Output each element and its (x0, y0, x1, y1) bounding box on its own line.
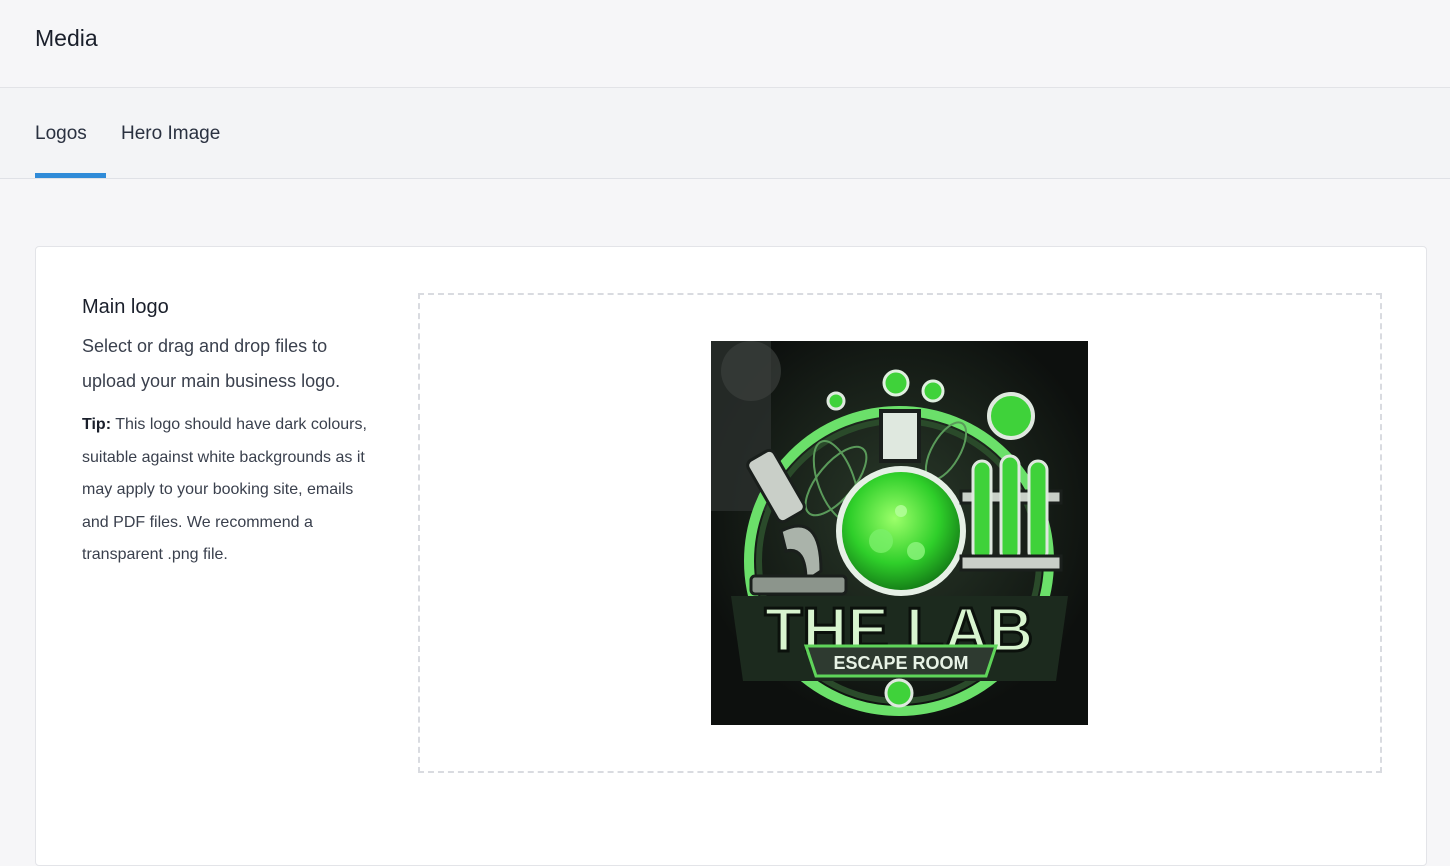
main-logo-description: Main logo Select or drag and drop files … (82, 293, 382, 572)
main-logo-image: THE LAB ESCAPE ROOM (711, 341, 1088, 725)
main-logo-tip: Tip: This logo should have dark colours,… (82, 409, 382, 572)
tab-hero-image[interactable]: Hero Image (121, 122, 220, 146)
tip-text: This logo should have dark colours, suit… (82, 416, 367, 563)
top-header: Media (0, 0, 1450, 88)
logo-text-sub: ESCAPE ROOM (833, 653, 968, 673)
main-logo-heading: Main logo (82, 296, 169, 318)
tab-bar: Logos Hero Image (0, 88, 1450, 179)
logo-card: Main logo Select or drag and drop files … (35, 246, 1427, 866)
tab-logos[interactable]: Logos (35, 122, 87, 146)
active-tab-indicator (35, 173, 106, 178)
logo-dropzone[interactable]: THE LAB ESCAPE ROOM (418, 293, 1382, 773)
tip-label: Tip: (82, 416, 112, 433)
lab-logo-graphic: THE LAB ESCAPE ROOM (711, 341, 1088, 725)
page-title: Media (35, 25, 98, 51)
main-logo-lead: Select or drag and drop files to upload … (82, 336, 341, 391)
